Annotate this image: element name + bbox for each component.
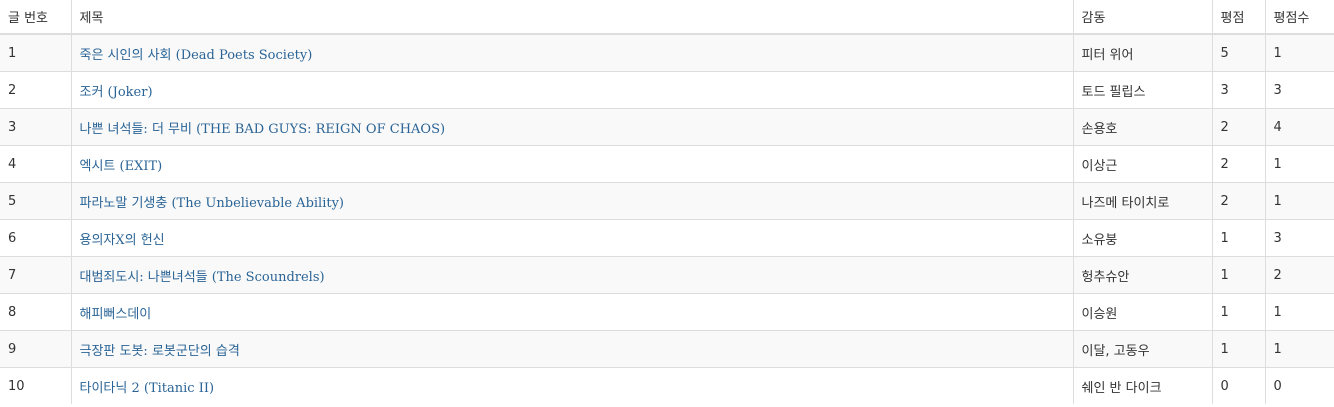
score-cell: 1 [1211, 330, 1265, 368]
director-cell: 손용호 [1072, 108, 1212, 146]
score-cell: 2 [1211, 108, 1265, 146]
title-cell: 대범죄도시: 나쁜녀석들 (The Scoundrels) [70, 256, 1073, 294]
post-number-cell: 5 [0, 182, 71, 220]
director-cell: 소유붕 [1072, 219, 1212, 257]
post-number-cell: 10 [0, 367, 71, 404]
post-number-cell: 7 [0, 256, 71, 294]
movie-title-link[interactable]: 나쁜 녀석들: 더 무비 (THE BAD GUYS: REIGN OF CHA… [80, 122, 446, 137]
header-post-number: 글 번호 [0, 0, 71, 35]
table-row: 5 파라노말 기생충 (The Unbelievable Ability) 나즈… [0, 182, 1334, 220]
score-count-cell: 3 [1264, 219, 1334, 257]
table-row: 4 엑시트 (EXIT) 이상근 2 1 [0, 145, 1334, 183]
title-cell: 죽은 시인의 사회 (Dead Poets Society) [70, 33, 1073, 72]
title-cell: 용의자X의 헌신 [70, 219, 1073, 257]
table-row: 10 타이타닉 2 (Titanic II) 쉐인 반 다이크 0 0 [0, 367, 1334, 404]
director-cell: 이달, 고동우 [1072, 330, 1212, 368]
score-count-cell: 3 [1264, 71, 1334, 109]
header-row: 글 번호 제목 감동 평점 평점수 [0, 0, 1334, 35]
director-cell: 이승원 [1072, 293, 1212, 331]
post-number-cell: 4 [0, 145, 71, 183]
movie-title-link[interactable]: 대범죄도시: 나쁜녀석들 (The Scoundrels) [80, 270, 325, 285]
score-count-cell: 1 [1264, 182, 1334, 220]
score-count-cell: 2 [1264, 256, 1334, 294]
title-cell: 해피뻐스데이 [70, 293, 1073, 331]
score-count-cell: 1 [1264, 145, 1334, 183]
director-cell: 쉐인 반 다이크 [1072, 367, 1212, 404]
director-cell: 나즈메 타이치로 [1072, 182, 1212, 220]
post-number-cell: 6 [0, 219, 71, 257]
movie-title-link[interactable]: 용의자X의 헌신 [80, 233, 165, 248]
score-count-cell: 1 [1264, 33, 1334, 72]
movie-title-link[interactable]: 극장판 도봇: 로봇군단의 습격 [80, 344, 240, 359]
title-cell: 파라노말 기생충 (The Unbelievable Ability) [70, 182, 1073, 220]
table-row: 8 해피뻐스데이 이승원 1 1 [0, 293, 1334, 331]
table-row: 2 조커 (Joker) 토드 필립스 3 3 [0, 71, 1334, 109]
post-number-cell: 1 [0, 33, 71, 72]
header-director: 감동 [1072, 0, 1212, 35]
director-cell: 헝추슈안 [1072, 256, 1212, 294]
table-row: 3 나쁜 녀석들: 더 무비 (THE BAD GUYS: REIGN OF C… [0, 108, 1334, 146]
post-number-cell: 2 [0, 71, 71, 109]
score-count-cell: 4 [1264, 108, 1334, 146]
movie-title-link[interactable]: 엑시트 (EXIT) [80, 159, 163, 174]
movie-title-link[interactable]: 해피뻐스데이 [80, 307, 152, 322]
table-row: 6 용의자X의 헌신 소유붕 1 3 [0, 219, 1334, 257]
director-cell: 이상근 [1072, 145, 1212, 183]
title-cell: 타이타닉 2 (Titanic II) [70, 367, 1073, 404]
score-cell: 0 [1211, 367, 1265, 404]
table-body: 1 죽은 시인의 사회 (Dead Poets Society) 피터 위어 5… [0, 33, 1334, 404]
header-title: 제목 [70, 0, 1073, 35]
movie-title-link[interactable]: 죽은 시인의 사회 (Dead Poets Society) [80, 48, 313, 63]
score-count-cell: 1 [1264, 330, 1334, 368]
title-cell: 엑시트 (EXIT) [70, 145, 1073, 183]
table-row: 9 극장판 도봇: 로봇군단의 습격 이달, 고동우 1 1 [0, 330, 1334, 368]
title-cell: 극장판 도봇: 로봇군단의 습격 [70, 330, 1073, 368]
table-header: 글 번호 제목 감동 평점 평점수 [0, 0, 1334, 35]
score-cell: 5 [1211, 33, 1265, 72]
movie-title-link[interactable]: 타이타닉 2 (Titanic II) [80, 381, 215, 396]
score-cell: 1 [1211, 293, 1265, 331]
movie-title-link[interactable]: 파라노말 기생충 (The Unbelievable Ability) [80, 196, 345, 211]
score-count-cell: 0 [1264, 367, 1334, 404]
score-cell: 1 [1211, 219, 1265, 257]
director-cell: 피터 위어 [1072, 33, 1212, 72]
header-score-count: 평점수 [1264, 0, 1334, 35]
movie-title-link[interactable]: 조커 (Joker) [80, 85, 153, 100]
title-cell: 나쁜 녀석들: 더 무비 (THE BAD GUYS: REIGN OF CHA… [70, 108, 1073, 146]
post-number-cell: 3 [0, 108, 71, 146]
title-cell: 조커 (Joker) [70, 71, 1073, 109]
table-row: 7 대범죄도시: 나쁜녀석들 (The Scoundrels) 헝추슈안 1 2 [0, 256, 1334, 294]
score-cell: 1 [1211, 256, 1265, 294]
score-cell: 2 [1211, 182, 1265, 220]
post-number-cell: 8 [0, 293, 71, 331]
post-number-cell: 9 [0, 330, 71, 368]
score-cell: 2 [1211, 145, 1265, 183]
table-row: 1 죽은 시인의 사회 (Dead Poets Society) 피터 위어 5… [0, 33, 1334, 72]
score-count-cell: 1 [1264, 293, 1334, 331]
director-cell: 토드 필립스 [1072, 71, 1212, 109]
header-score: 평점 [1211, 0, 1265, 35]
score-cell: 3 [1211, 71, 1265, 109]
movie-rating-table: 글 번호 제목 감동 평점 평점수 1 죽은 시인의 사회 (Dead Poet… [0, 0, 1334, 404]
